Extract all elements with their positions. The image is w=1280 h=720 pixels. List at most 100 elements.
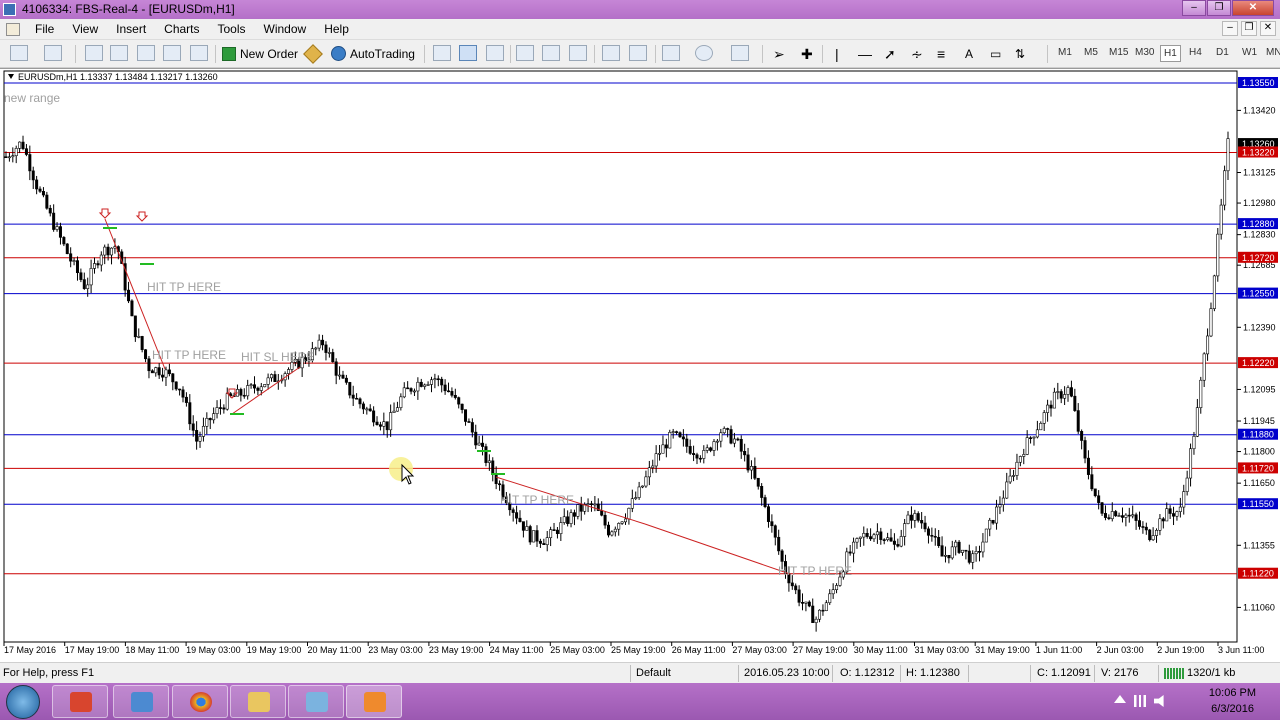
taskbar-recorder[interactable] — [346, 685, 402, 718]
chart-window-icon[interactable] — [6, 23, 20, 36]
strategy-tester-icon[interactable] — [190, 45, 208, 61]
price-chart[interactable]: 1.13420 1.13125 1.12980 1.12830 1.12685 1.123… — [0, 68, 1280, 660]
timeframe-d1[interactable]: D1 — [1216, 47, 1229, 58]
candle-body — [818, 609, 822, 620]
text-label-icon[interactable]: ▭ — [990, 45, 1001, 63]
timeframe-m1[interactable]: M1 — [1058, 47, 1072, 58]
candle-body — [698, 457, 702, 460]
market-watch-icon[interactable] — [85, 45, 103, 61]
new-order-button[interactable]: New Order — [222, 45, 298, 63]
timeframe-mn[interactable]: MN — [1266, 47, 1280, 58]
menu-help[interactable]: Help — [315, 22, 358, 36]
status-bar: For Help, press F1 Default 2016.05.23 10… — [0, 662, 1280, 683]
mdi-minimize-button[interactable]: – — [1222, 21, 1238, 36]
navigator-icon[interactable] — [137, 45, 155, 61]
timeframe-h4[interactable]: H4 — [1189, 47, 1202, 58]
minimize-button[interactable]: – — [1182, 0, 1206, 16]
taskbar-notepad[interactable] — [288, 685, 344, 718]
candle-body — [821, 609, 825, 612]
maximize-button[interactable]: ❐ — [1207, 0, 1231, 16]
candle-body — [201, 425, 205, 437]
close-button[interactable]: ✕ — [1232, 0, 1274, 16]
candle-body — [58, 226, 62, 238]
candle-body — [198, 436, 202, 442]
terminal-icon[interactable] — [163, 45, 181, 61]
clock-date[interactable]: 6/3/2016 — [1211, 703, 1254, 715]
candle-body — [317, 339, 321, 349]
templates-icon[interactable] — [731, 45, 749, 61]
autotrading-button[interactable]: AutoTrading — [331, 45, 415, 63]
timeframe-h1[interactable]: H1 — [1160, 45, 1181, 62]
candle-body — [688, 446, 692, 454]
vertical-line-icon[interactable]: | — [835, 45, 839, 63]
horizontal-line-icon[interactable]: — — [858, 45, 872, 63]
zoom-out-icon[interactable] — [542, 45, 560, 61]
candle-body — [24, 148, 28, 155]
candle-body — [709, 447, 713, 451]
start-button[interactable] — [6, 685, 40, 719]
trendline-icon[interactable]: ➚ — [884, 45, 896, 63]
mdi-restore-button[interactable]: ❐ — [1241, 21, 1257, 36]
candle-body — [259, 386, 263, 391]
timeframe-w1[interactable]: W1 — [1242, 47, 1257, 58]
periods-clock-icon[interactable] — [695, 45, 713, 61]
candle-body — [7, 156, 11, 159]
arrows-tool-icon[interactable]: ⇅ — [1015, 45, 1025, 63]
candle-body — [89, 268, 93, 286]
autoscroll-icon[interactable] — [629, 45, 647, 61]
profiles-icon[interactable] — [44, 45, 62, 61]
taskbar-remote-app[interactable] — [113, 685, 169, 718]
chart-canvas[interactable]: 1.134201.131251.129801.128301.126851.123… — [0, 69, 1280, 661]
taskbar-explorer[interactable] — [230, 685, 286, 718]
volume-icon[interactable] — [1154, 695, 1164, 707]
line-chart-icon[interactable] — [486, 45, 504, 61]
network-icon[interactable] — [1134, 695, 1146, 707]
price-label: 1.11945 — [1243, 416, 1275, 426]
candle-body — [1151, 535, 1155, 541]
candle-body — [572, 512, 576, 517]
zoom-in-icon[interactable] — [516, 45, 534, 61]
candle-body — [695, 454, 699, 459]
candle-body — [481, 442, 485, 447]
text-tool-icon[interactable]: A — [965, 45, 973, 63]
price-label: 1.12830 — [1243, 230, 1276, 240]
time-label: 31 May 03:00 — [915, 645, 970, 655]
candle-body — [416, 381, 420, 392]
timeframe-m15[interactable]: M15 — [1109, 47, 1128, 58]
crosshair-icon[interactable]: ✚ — [801, 45, 813, 63]
candle-body — [402, 387, 406, 398]
menu-window[interactable]: Window — [255, 22, 316, 36]
timeframe-m5[interactable]: M5 — [1084, 47, 1098, 58]
candlestick-icon[interactable] — [459, 45, 477, 61]
mdi-close-button[interactable]: ✕ — [1260, 21, 1276, 36]
chart-shift-icon[interactable] — [602, 45, 620, 61]
candle-body — [450, 391, 454, 396]
data-window-icon[interactable] — [110, 45, 128, 61]
menu-file[interactable]: File — [26, 22, 63, 36]
tile-windows-icon[interactable] — [569, 45, 587, 61]
taskbar-chrome[interactable] — [172, 685, 228, 718]
menu-view[interactable]: View — [63, 22, 107, 36]
metaeditor-icon[interactable] — [303, 44, 323, 64]
horizontal-levels — [4, 82, 1237, 575]
menu-charts[interactable]: Charts — [155, 22, 208, 36]
cursor-icon[interactable]: ➢ — [773, 45, 785, 63]
candle-body — [671, 431, 675, 433]
candle-body — [974, 551, 978, 555]
menu-tools[interactable]: Tools — [209, 22, 255, 36]
new-chart-icon[interactable] — [10, 45, 28, 61]
candle-body — [1015, 461, 1019, 476]
equidistant-channel-icon[interactable]: ∻ — [911, 45, 923, 63]
bar-chart-icon[interactable] — [433, 45, 451, 61]
fibonacci-icon[interactable]: ≡ — [937, 45, 945, 63]
clock-time[interactable]: 10:06 PM — [1209, 687, 1256, 699]
taskbar-pdf-app[interactable] — [52, 685, 108, 718]
menu-insert[interactable]: Insert — [107, 22, 155, 36]
candle-body — [705, 447, 709, 451]
candle-body — [1008, 475, 1012, 483]
candle-body — [331, 352, 335, 363]
tray-expand-icon[interactable] — [1114, 695, 1126, 703]
time-label: 18 May 11:00 — [125, 645, 179, 655]
timeframe-m30[interactable]: M30 — [1135, 47, 1154, 58]
indicators-icon[interactable] — [662, 45, 680, 61]
